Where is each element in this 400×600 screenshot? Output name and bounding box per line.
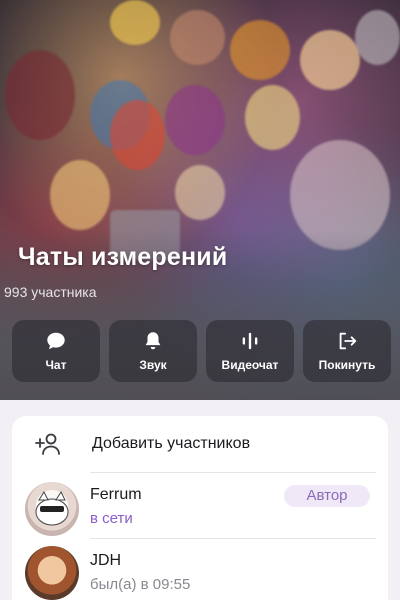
chat-bubble-icon <box>47 332 65 350</box>
role-badge: Автор <box>284 485 370 507</box>
sound-button[interactable]: Звук <box>109 320 197 382</box>
chat-button[interactable]: Чат <box>12 320 100 382</box>
add-person-icon <box>35 433 60 455</box>
members-card: Добавить участников Ferrum в сети Автор … <box>12 416 388 600</box>
avatar <box>25 482 79 536</box>
videochat-button-label: Видеочат <box>221 358 279 372</box>
chat-title: Чаты измерений <box>18 243 228 271</box>
bell-icon <box>145 332 161 350</box>
leave-button-label: Покинуть <box>318 358 376 372</box>
avatar <box>25 546 79 600</box>
add-members-label: Добавить участников <box>92 435 251 452</box>
action-bar: Чат Звук Видеочат Покинуть <box>12 320 391 382</box>
leave-button[interactable]: Покинуть <box>303 320 391 382</box>
add-members-row[interactable]: Добавить участников <box>12 416 388 472</box>
member-name: Ferrum <box>90 486 142 503</box>
divider <box>90 472 376 473</box>
member-status: был(а) в 09:55 <box>90 576 191 593</box>
leave-icon <box>339 332 357 350</box>
voice-bars-icon <box>242 332 258 350</box>
member-count: 993 участника <box>4 284 97 300</box>
member-name: JDH <box>90 552 122 569</box>
divider <box>90 538 376 539</box>
member-status: в сети <box>90 510 133 527</box>
sound-button-label: Звук <box>139 358 167 372</box>
chat-button-label: Чат <box>45 358 67 372</box>
member-row-jdh[interactable]: JDH был(а) в 09:55 <box>12 540 388 600</box>
videochat-button[interactable]: Видеочат <box>206 320 294 382</box>
